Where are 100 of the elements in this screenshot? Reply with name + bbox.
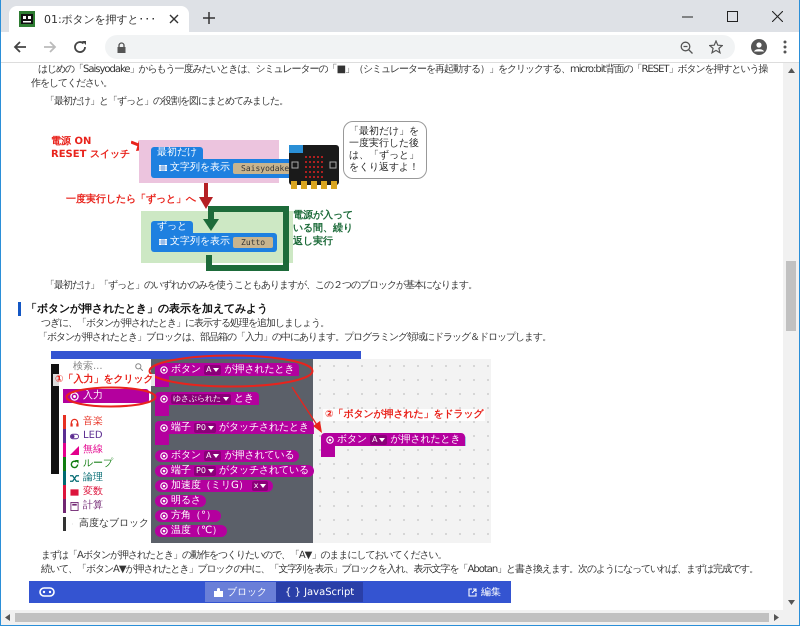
scrollbar-thumb[interactable] — [786, 261, 796, 331]
reporter-block[interactable]: 温度（℃） — [155, 525, 228, 537]
down-arrow — [199, 183, 213, 209]
block-label: が押されている — [224, 450, 294, 462]
microbit-logo-icon[interactable] — [39, 587, 55, 597]
paragraph-line: つぎに、「ボタンが押されたとき」に表示する処理を追加しましょう。 — [41, 317, 330, 331]
category-item[interactable]: 論理 — [63, 471, 149, 485]
block-label: 端子 — [171, 465, 191, 477]
scroll-right-icon[interactable] — [774, 614, 779, 621]
shuffle-icon — [70, 474, 79, 482]
caret-icon — [213, 454, 220, 458]
paragraph-line: まずは「Aボタンが押されたとき」の動作をつくりたいので、「A▼」のままにしておいてください。 — [41, 549, 448, 563]
dropdown-field[interactable]: ゆさぶられた — [171, 394, 231, 404]
category-item[interactable]: 音楽 — [63, 415, 149, 429]
category-label: 変数 — [83, 486, 103, 498]
caret-icon — [379, 438, 386, 442]
browser-tab[interactable]: 01:ボタンを押すと･･･ — [9, 6, 189, 32]
reload-icon[interactable] — [73, 40, 87, 54]
dropdown-field[interactable]: A — [370, 434, 388, 444]
annotation-label: 一度実行したら「ずっと」へ — [66, 193, 196, 206]
edit-link[interactable]: 編集 — [468, 585, 501, 599]
dropdown-field[interactable]: A — [204, 451, 222, 461]
block-label: ボタン — [171, 364, 201, 376]
grid-icon — [159, 165, 167, 171]
back-arrow-icon[interactable] — [13, 40, 27, 54]
star-icon[interactable] — [709, 40, 723, 54]
target-icon — [160, 424, 168, 432]
search-field[interactable]: 検索... — [73, 361, 143, 373]
block-label: 文字列を表示 — [170, 162, 230, 174]
dropdown-field[interactable]: A — [204, 364, 222, 374]
category-label: LED — [83, 430, 103, 442]
horizontal-scrollbar[interactable] — [1, 610, 799, 625]
category-label: ループ — [83, 458, 113, 470]
paragraph-line: 作をしてください。 — [31, 77, 113, 91]
block-label: ボタン — [171, 450, 201, 462]
reporter-block[interactable]: 明るさ — [155, 495, 206, 507]
category-item[interactable]: 変数 — [63, 485, 149, 499]
placeholder-text: 検索... — [73, 361, 103, 373]
vertical-scrollbar[interactable] — [783, 63, 799, 610]
scroll-down-icon[interactable] — [788, 600, 794, 605]
account-icon[interactable] — [751, 39, 767, 55]
category-label: 論理 — [83, 472, 103, 484]
category-item[interactable]: 無線 — [63, 443, 149, 457]
reporter-block[interactable]: ボタン A が押されている — [155, 450, 300, 462]
headphones-icon — [70, 418, 79, 426]
paragraph-line: 続いて、「ボタンA▼が押されたとき」ブロックの中に、「文字列を表示」ブロックを入れ、表示文字を「Abotan」と書き換えます。次のようになっていれば、まずは完成です。 — [41, 563, 760, 577]
tab-label: { } JavaScript — [285, 586, 354, 598]
site-logo-icon — [19, 11, 35, 27]
category-label: 入力 — [83, 390, 103, 402]
menu-icon[interactable] — [783, 40, 787, 54]
caret-icon — [208, 426, 214, 430]
toggle-icon — [70, 432, 79, 440]
category-label: 無線 — [83, 444, 103, 456]
dropdown-field[interactable]: P0 — [194, 466, 216, 476]
external-link-icon — [468, 588, 477, 596]
scroll-left-icon[interactable] — [5, 614, 10, 621]
speech-bubble: 「最初だけ」を一度実行した後は、「ずっと」をくり返すよ！ — [343, 121, 427, 179]
block-label: が押されたとき — [224, 364, 294, 376]
microbit-drawing — [289, 145, 339, 189]
category-item[interactable]: ループ — [63, 457, 149, 471]
scroll-up-icon[interactable] — [788, 68, 794, 73]
scrollbar-thumb[interactable] — [15, 613, 769, 622]
editor-tab[interactable]: { } JavaScript — [276, 582, 364, 602]
calculator-icon — [70, 502, 79, 510]
target-icon — [70, 392, 79, 400]
dropdown-field[interactable]: x — [252, 481, 268, 491]
category-label: 計算 — [83, 500, 103, 512]
annotation-label: ①「入力」をクリック — [53, 374, 156, 386]
signal-bars-icon — [70, 446, 79, 454]
refresh-icon — [70, 460, 79, 468]
reporter-block[interactable]: 加速度（ミリG） x — [155, 480, 274, 492]
reporter-block[interactable]: 方角（°） — [155, 510, 221, 522]
paragraph-line: はじめの「Saisyodake」からもう一度みたいときは、シミュレーターの「■」（シミュレーターを再起動する）」をクリックする、micro:bit背面の「RESET」ボタンを押すという操 — [38, 63, 769, 77]
editor-tab[interactable]: ブロック — [205, 582, 276, 602]
paragraph: 「最初だけ」と「ずっと」の役割を図にまとめてみました。 — [45, 95, 289, 109]
block-label: 明るさ — [171, 495, 201, 507]
block-label: 方角（°） — [171, 510, 216, 522]
category-item[interactable]: 計算 — [63, 499, 149, 513]
lock-icon — [117, 42, 126, 52]
block-label: がタッチされている — [218, 465, 309, 477]
category-label: 高度なブロック — [79, 518, 149, 530]
grid-icon — [159, 239, 167, 245]
leader-line — [291, 387, 323, 433]
category-item[interactable]: LED — [63, 429, 149, 443]
block-label: が押されたとき — [390, 434, 460, 446]
zoom-out-icon[interactable] — [680, 40, 693, 54]
target-icon — [160, 366, 168, 374]
reporter-block[interactable]: 端子 P0 がタッチされている — [155, 465, 314, 477]
close-icon[interactable] — [772, 10, 783, 22]
new-tab-icon[interactable] — [203, 12, 215, 24]
category-item[interactable]: 入力 — [63, 389, 149, 403]
link-label: 編集 — [481, 586, 501, 599]
dropdown-field[interactable]: P0 — [194, 422, 216, 432]
annotation-label: 電源 ON RESET スイッチ — [51, 135, 130, 161]
string-value: Zutto — [233, 236, 274, 248]
close-icon[interactable] — [169, 14, 179, 24]
block-label: とき — [234, 392, 254, 404]
annotation-label: ②「ボタンが押された」をドラッグ — [323, 409, 486, 421]
maximize-icon[interactable] — [727, 10, 738, 22]
puzzle-icon — [214, 588, 223, 596]
